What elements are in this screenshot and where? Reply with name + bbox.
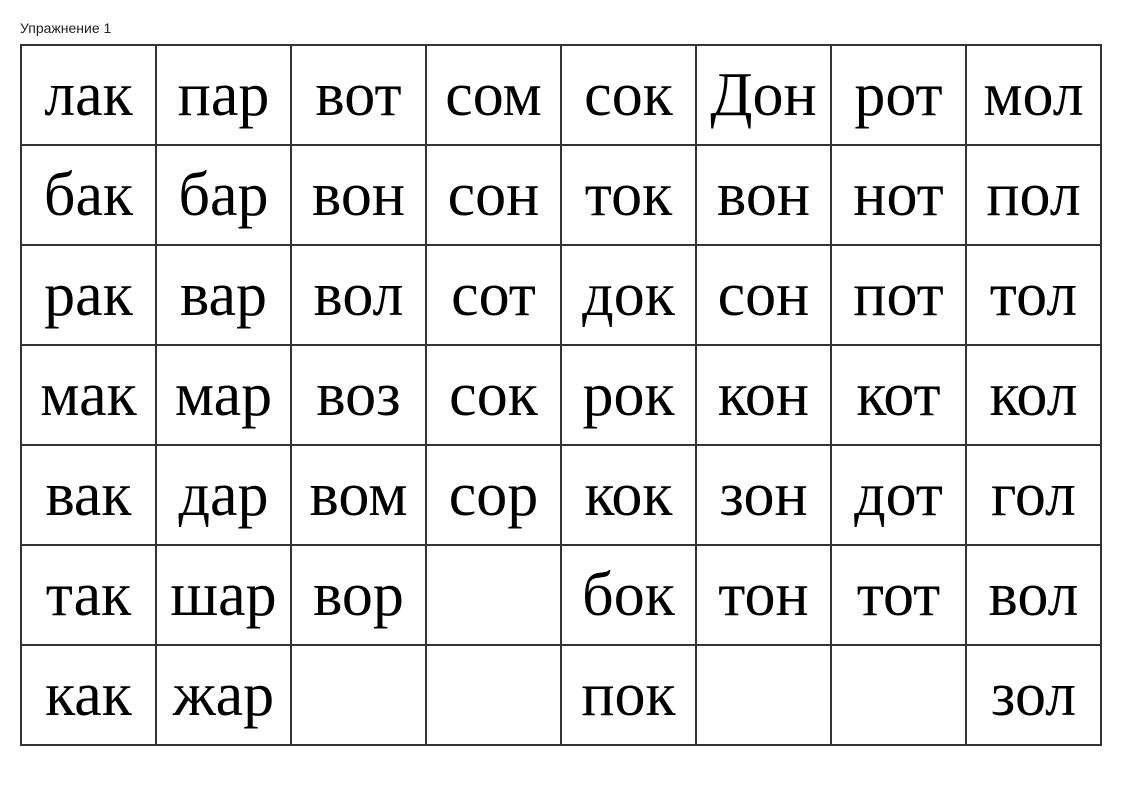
table-cell: док bbox=[561, 245, 696, 345]
page-title: Упражнение 1 bbox=[20, 20, 1102, 36]
table-cell: шар bbox=[156, 545, 291, 645]
table-cell: вар bbox=[156, 245, 291, 345]
table-cell: пок bbox=[561, 645, 696, 745]
table-cell: рок bbox=[561, 345, 696, 445]
table-cell: сор bbox=[426, 445, 561, 545]
table-cell: бар bbox=[156, 145, 291, 245]
table-row: ракварволсотдоксонпоттол bbox=[21, 245, 1101, 345]
table-cell: лак bbox=[21, 45, 156, 145]
table-cell: вом bbox=[291, 445, 426, 545]
table-cell: кол bbox=[966, 345, 1101, 445]
word-grid: лакпарвотсомсокДонротмолбакбарвонсонтокв… bbox=[20, 44, 1102, 746]
table-cell: как bbox=[21, 645, 156, 745]
table-cell: так bbox=[21, 545, 156, 645]
table-cell: тон bbox=[696, 545, 831, 645]
table-cell bbox=[831, 645, 966, 745]
table-row: вакдарвомсоркокзондотгол bbox=[21, 445, 1101, 545]
table-row: лакпарвотсомсокДонротмол bbox=[21, 45, 1101, 145]
table-cell: ток bbox=[561, 145, 696, 245]
table-cell: кок bbox=[561, 445, 696, 545]
table-cell: вон bbox=[291, 145, 426, 245]
table-cell: вол bbox=[966, 545, 1101, 645]
table-row: бакбарвонсонтоквоннотпол bbox=[21, 145, 1101, 245]
table-cell bbox=[426, 645, 561, 745]
table-cell: жар bbox=[156, 645, 291, 745]
table-cell: вак bbox=[21, 445, 156, 545]
table-cell: мар bbox=[156, 345, 291, 445]
table-row: макмарвозсокрокконкоткол bbox=[21, 345, 1101, 445]
table-cell: мол bbox=[966, 45, 1101, 145]
table-row: такшарвор боктонтотвол bbox=[21, 545, 1101, 645]
table-cell: вон bbox=[696, 145, 831, 245]
table-cell: кон bbox=[696, 345, 831, 445]
table-cell: сон bbox=[696, 245, 831, 345]
table-cell: пар bbox=[156, 45, 291, 145]
table-cell: тол bbox=[966, 245, 1101, 345]
table-cell bbox=[426, 545, 561, 645]
table-cell: вол bbox=[291, 245, 426, 345]
table-cell: сок bbox=[561, 45, 696, 145]
table-cell: пол bbox=[966, 145, 1101, 245]
table-cell: бок bbox=[561, 545, 696, 645]
table-cell: воз bbox=[291, 345, 426, 445]
table-cell: зол bbox=[966, 645, 1101, 745]
table-cell: тот bbox=[831, 545, 966, 645]
table-cell: пот bbox=[831, 245, 966, 345]
table-cell bbox=[291, 645, 426, 745]
table-cell: сот bbox=[426, 245, 561, 345]
table-cell: рот bbox=[831, 45, 966, 145]
table-cell: зон bbox=[696, 445, 831, 545]
table-cell: гол bbox=[966, 445, 1101, 545]
table-cell: рак bbox=[21, 245, 156, 345]
table-cell: мак bbox=[21, 345, 156, 445]
table-cell: бак bbox=[21, 145, 156, 245]
table-cell: дар bbox=[156, 445, 291, 545]
table-cell: сок bbox=[426, 345, 561, 445]
table-cell: кот bbox=[831, 345, 966, 445]
table-cell: вот bbox=[291, 45, 426, 145]
table-row: какжар пок зол bbox=[21, 645, 1101, 745]
table-cell: дот bbox=[831, 445, 966, 545]
table-cell: сом bbox=[426, 45, 561, 145]
table-cell: нот bbox=[831, 145, 966, 245]
table-cell: вор bbox=[291, 545, 426, 645]
table-cell: Дон bbox=[696, 45, 831, 145]
table-cell bbox=[696, 645, 831, 745]
table-cell: сон bbox=[426, 145, 561, 245]
